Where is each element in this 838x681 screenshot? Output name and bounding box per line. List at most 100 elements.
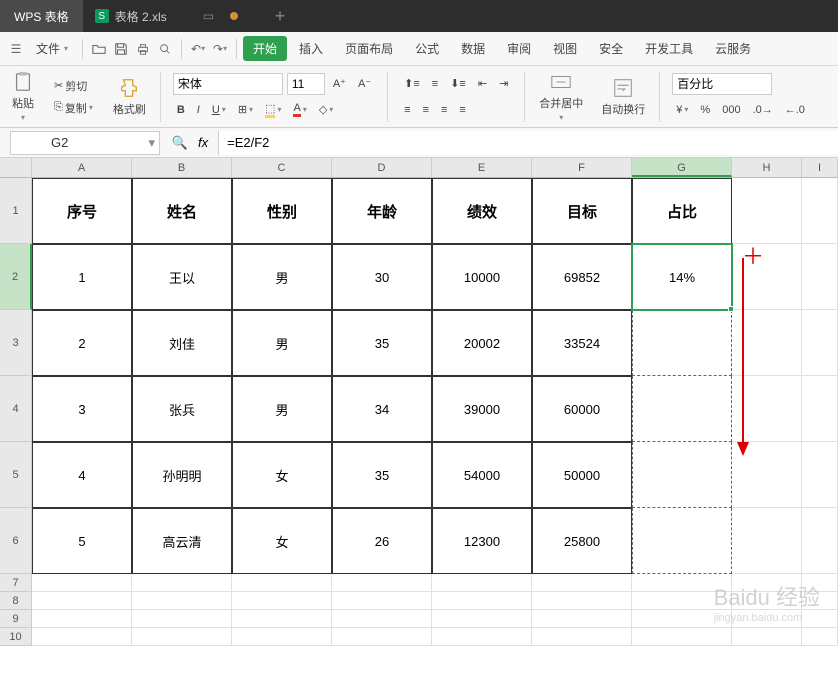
col-header-d[interactable]: D — [332, 158, 432, 177]
print-preview-icon[interactable] — [155, 39, 175, 59]
tab-review[interactable]: 审阅 — [497, 36, 541, 61]
cell[interactable] — [802, 574, 838, 592]
tab-insert[interactable]: 插入 — [289, 36, 333, 61]
increase-decimal-button[interactable]: .0→ — [749, 102, 777, 118]
font-name-select[interactable] — [173, 73, 283, 95]
col-header-f[interactable]: F — [532, 158, 632, 177]
cell[interactable] — [802, 244, 838, 310]
cell[interactable]: 60000 — [532, 376, 632, 442]
cell[interactable]: 男 — [232, 310, 332, 376]
cell[interactable] — [132, 628, 232, 646]
cell[interactable] — [632, 610, 732, 628]
cell[interactable]: 高云清 — [132, 508, 232, 574]
paste-button[interactable]: 粘贴▾ — [6, 69, 40, 124]
cell[interactable] — [32, 610, 132, 628]
align-top-button[interactable]: ⬆≡ — [400, 75, 424, 92]
tab-developer[interactable]: 开发工具 — [635, 36, 703, 61]
cell[interactable] — [732, 442, 802, 508]
name-box[interactable]: G2 ▾ — [10, 131, 160, 155]
col-header-c[interactable]: C — [232, 158, 332, 177]
spreadsheet-grid[interactable]: A B C D E F G H I 1序号姓名性别年龄绩效目标占比21王以男30… — [0, 158, 838, 646]
cell[interactable] — [432, 610, 532, 628]
justify-button[interactable]: ≡ — [455, 102, 469, 118]
align-middle-button[interactable]: ≡ — [428, 76, 442, 92]
indent-left-button[interactable]: ⇤ — [474, 75, 491, 92]
chevron-down-icon[interactable]: ▾ — [148, 135, 159, 151]
cell[interactable] — [732, 592, 802, 610]
cell[interactable] — [32, 574, 132, 592]
italic-button[interactable]: I — [193, 102, 204, 118]
percent-button[interactable]: % — [696, 102, 714, 118]
cell[interactable] — [732, 376, 802, 442]
cell[interactable] — [532, 574, 632, 592]
cell[interactable] — [802, 508, 838, 574]
cell[interactable]: 54000 — [432, 442, 532, 508]
bold-button[interactable]: B — [173, 102, 189, 118]
tab-start[interactable]: 开始 — [243, 36, 287, 61]
row-header[interactable]: 5 — [0, 442, 32, 508]
undo-icon[interactable]: ↶▾ — [188, 39, 208, 59]
cell[interactable]: 女 — [232, 508, 332, 574]
cell[interactable] — [732, 628, 802, 646]
cell[interactable] — [32, 628, 132, 646]
redo-icon[interactable]: ↷▾ — [210, 39, 230, 59]
row-header[interactable]: 2 — [0, 244, 32, 310]
row-header[interactable]: 6 — [0, 508, 32, 574]
file-tab[interactable]: S 表格 2.xls ▭ — [83, 0, 260, 32]
cell[interactable] — [332, 592, 432, 610]
fx-label[interactable]: fx — [198, 135, 208, 150]
app-tab[interactable]: WPS 表格 — [0, 0, 83, 32]
row-header[interactable]: 7 — [0, 574, 32, 592]
cell[interactable]: 男 — [232, 244, 332, 310]
borders-button[interactable]: ⊞▾ — [234, 101, 257, 118]
cell[interactable]: 10000 — [432, 244, 532, 310]
col-header-g[interactable]: G — [632, 158, 732, 177]
cell[interactable]: 26 — [332, 508, 432, 574]
cell[interactable] — [432, 592, 532, 610]
cell[interactable]: 50000 — [532, 442, 632, 508]
tab-data[interactable]: 数据 — [451, 36, 495, 61]
hamburger-icon[interactable]: ☰ — [6, 39, 26, 59]
cell[interactable] — [432, 628, 532, 646]
cell[interactable] — [732, 610, 802, 628]
cell[interactable]: 39000 — [432, 376, 532, 442]
cell[interactable] — [632, 442, 732, 508]
cell[interactable]: 69852 — [532, 244, 632, 310]
align-left-button[interactable]: ≡ — [400, 102, 414, 118]
cell[interactable] — [802, 442, 838, 508]
cell[interactable] — [232, 610, 332, 628]
cell[interactable]: 1 — [32, 244, 132, 310]
cut-button[interactable]: ✂剪切 — [50, 76, 97, 96]
align-bottom-button[interactable]: ⬇≡ — [446, 75, 470, 92]
zoom-icon[interactable]: 🔍 — [170, 133, 190, 153]
cell[interactable] — [802, 592, 838, 610]
cell[interactable] — [732, 178, 802, 244]
cell[interactable]: 目标 — [532, 178, 632, 244]
increase-font-button[interactable]: A⁺ — [329, 75, 350, 92]
tab-formula[interactable]: 公式 — [405, 36, 449, 61]
row-header[interactable]: 9 — [0, 610, 32, 628]
row-header[interactable]: 3 — [0, 310, 32, 376]
cell[interactable]: 张兵 — [132, 376, 232, 442]
cell[interactable]: 20002 — [432, 310, 532, 376]
cell[interactable] — [732, 310, 802, 376]
cell[interactable]: 33524 — [532, 310, 632, 376]
new-tab-button[interactable]: + — [268, 4, 292, 28]
fill-color-button[interactable]: ⬚▾ — [261, 100, 285, 120]
cell[interactable]: 2 — [32, 310, 132, 376]
font-size-select[interactable] — [287, 73, 325, 95]
cell[interactable] — [132, 574, 232, 592]
font-color-button[interactable]: A▾ — [289, 100, 310, 119]
cell[interactable]: 4 — [32, 442, 132, 508]
cell[interactable]: 35 — [332, 310, 432, 376]
cell[interactable]: 3 — [32, 376, 132, 442]
cell[interactable]: 5 — [32, 508, 132, 574]
cell[interactable]: 序号 — [32, 178, 132, 244]
cell[interactable]: 姓名 — [132, 178, 232, 244]
cell[interactable] — [132, 610, 232, 628]
tab-cloud[interactable]: 云服务 — [705, 36, 761, 61]
cell[interactable]: 绩效 — [432, 178, 532, 244]
cell[interactable]: 女 — [232, 442, 332, 508]
align-center-button[interactable]: ≡ — [419, 102, 433, 118]
file-menu[interactable]: 文件▾ — [28, 40, 76, 57]
